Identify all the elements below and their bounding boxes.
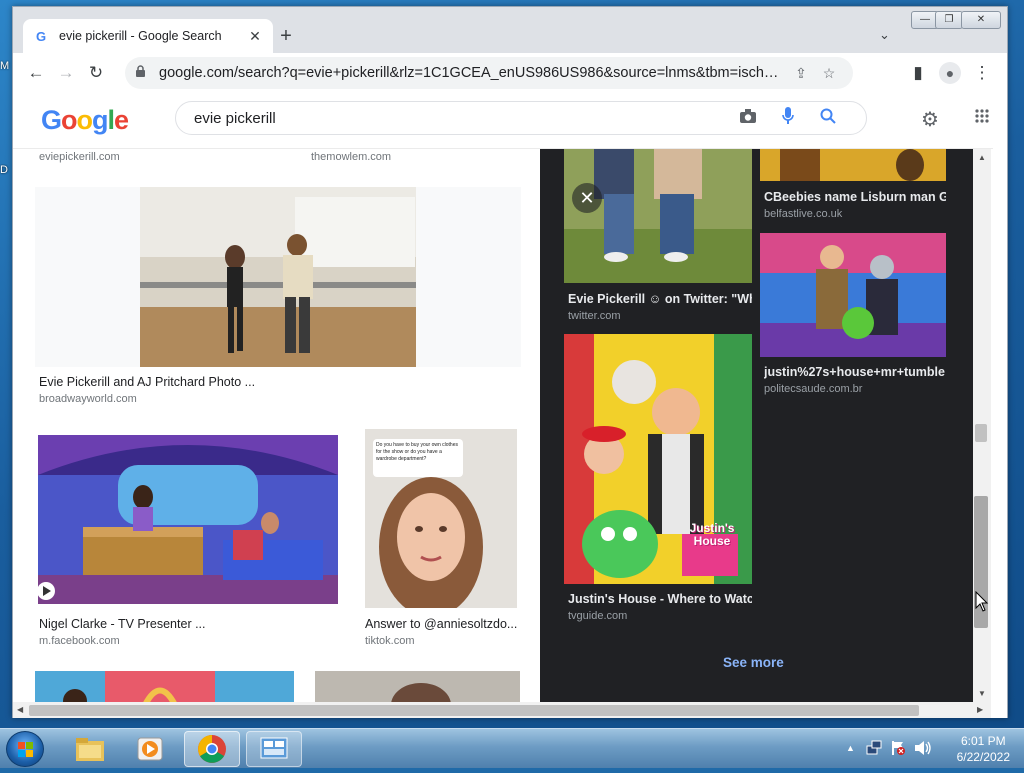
taskbar-chrome-icon[interactable] <box>184 731 240 767</box>
taskbar-file-explorer-icon[interactable] <box>62 731 118 767</box>
result-image-dance-studio[interactable] <box>35 187 521 367</box>
close-window-button[interactable]: ✕ <box>961 11 1001 29</box>
tab-search-dropdown-icon[interactable]: ⌄ <box>879 27 890 43</box>
result-caption[interactable]: Answer to @anniesoltzdo... <box>365 617 525 631</box>
forward-button[interactable]: → <box>51 58 81 88</box>
scroll-left-arrow-icon[interactable]: ◀ <box>17 705 23 714</box>
tab-strip: G evie pickerill - Google Search ✕ + ⌄ —… <box>13 7 1007 53</box>
scroll-up-arrow-icon[interactable]: ▲ <box>978 153 986 162</box>
desktop-icon-label[interactable]: M <box>0 60 12 74</box>
show-hidden-icons-arrow[interactable]: ▲ <box>846 743 855 753</box>
horizontal-scrollbar[interactable]: ◀ ▶ <box>13 702 991 718</box>
related-caption[interactable]: Justin's House - Where to Watc... <box>568 592 752 606</box>
settings-gear-icon[interactable]: ⚙ <box>921 107 939 132</box>
see-more-link[interactable]: See more <box>723 655 784 670</box>
related-source[interactable]: tvguide.com <box>568 610 627 622</box>
result-source[interactable]: themowlem.com <box>311 151 391 163</box>
result-source[interactable]: m.facebook.com <box>39 635 120 647</box>
related-source[interactable]: twitter.com <box>568 310 621 322</box>
browser-toolbar: ← → ↻ google.com/search?q=evie+pickerill… <box>13 53 1007 93</box>
related-caption[interactable]: CBeebies name Lisburn man G... <box>764 190 946 204</box>
google-apps-icon[interactable] <box>975 107 989 128</box>
result-source[interactable]: eviepickerill.com <box>39 151 120 163</box>
lock-icon[interactable] <box>135 65 149 81</box>
close-related-icon[interactable]: ✕ <box>572 183 602 213</box>
clock-time: 6:01 PM <box>960 734 1006 748</box>
scroll-right-arrow-icon[interactable]: ▶ <box>977 705 983 714</box>
clock-date: 6/22/2022 <box>956 750 1010 764</box>
result-image-partial[interactable] <box>35 671 294 705</box>
related-image-mr-tumble[interactable] <box>760 233 946 357</box>
horizontal-scrollbar-thumb[interactable] <box>29 705 919 716</box>
search-icon[interactable] <box>808 108 848 129</box>
side-panel-icon[interactable]: ▮ <box>903 58 933 88</box>
address-bar[interactable]: google.com/search?q=evie+pickerill&rlz=1… <box>125 57 853 89</box>
related-image-justins-house[interactable]: Justin's House <box>564 334 752 584</box>
result-source[interactable]: broadwayworld.com <box>39 393 137 405</box>
google-favicon-icon: G <box>35 28 47 44</box>
result-caption[interactable]: Nigel Clarke - TV Presenter ... <box>39 617 339 631</box>
web-page: Google evie pickerill ⚙ eviepickerill.co <box>13 93 1007 718</box>
back-button[interactable]: ← <box>21 58 51 88</box>
related-image-cbeebies[interactable] <box>760 149 946 181</box>
justins-house-sign: Justin's House <box>689 521 735 548</box>
related-source[interactable]: politecsaude.com.br <box>764 383 862 395</box>
result-image-tiktok-selfie[interactable]: Do you have to buy your own clothes for … <box>365 429 517 608</box>
tab-close-icon[interactable]: ✕ <box>247 28 263 45</box>
profile-icon-glyph: ● <box>939 62 961 84</box>
microphone-icon[interactable] <box>768 106 808 130</box>
logo-letter: g <box>92 105 108 135</box>
volume-icon[interactable] <box>914 740 932 761</box>
related-image-twitter[interactable]: ✕ <box>564 149 752 283</box>
related-caption[interactable]: Evie Pickerill ☺ on Twitter: "Wh... <box>568 292 752 306</box>
result-source[interactable]: tiktok.com <box>365 635 415 647</box>
result-image-cbeebies-studio[interactable] <box>38 435 338 604</box>
related-images-panel: ✕ Evie Pickerill ☺ on Twitter: "Wh... tw… <box>540 149 973 704</box>
related-source[interactable]: belfastlive.co.uk <box>764 208 842 220</box>
desktop-icon-label[interactable]: D <box>0 164 12 178</box>
start-button[interactable] <box>6 731 44 767</box>
tab-google-search[interactable]: G evie pickerill - Google Search ✕ <box>23 19 273 53</box>
chrome-window: G evie pickerill - Google Search ✕ + ⌄ —… <box>12 6 1008 718</box>
reload-button[interactable]: ↻ <box>81 58 111 88</box>
result-caption[interactable]: Evie Pickerill and AJ Pritchard Photo ..… <box>39 375 519 389</box>
profile-avatar-icon[interactable]: ● <box>935 58 965 88</box>
logo-letter: o <box>61 105 77 135</box>
share-icon[interactable]: ⇪ <box>787 65 815 82</box>
new-tab-button[interactable]: + <box>275 25 297 47</box>
bookmark-star-icon[interactable]: ☆ <box>815 65 843 82</box>
windows-taskbar: ▲ 6:01 PM 6/22/2022 <box>0 728 1024 768</box>
system-clock[interactable]: 6:01 PM 6/22/2022 <box>957 733 1010 765</box>
google-header: Google evie pickerill ⚙ <box>13 93 993 149</box>
tiktok-question-bubble: Do you have to buy your own clothes for … <box>373 439 463 477</box>
taskbar-control-panel-icon[interactable] <box>246 731 302 767</box>
mouse-cursor-icon <box>975 591 989 612</box>
result-image-partial[interactable] <box>315 671 520 705</box>
related-caption[interactable]: justin%27s+house+mr+tumble ... <box>764 365 946 379</box>
taskbar-media-player-icon[interactable] <box>122 731 178 767</box>
action-center-flag-icon[interactable] <box>890 740 906 761</box>
logo-letter: G <box>41 105 62 135</box>
vertical-scrollbar[interactable]: ▲ ▼ <box>973 149 991 704</box>
search-query-text[interactable]: evie pickerill <box>194 110 728 127</box>
tab-title: evie pickerill - Google Search <box>59 29 222 43</box>
scrollbar-thumb-inner[interactable] <box>975 424 987 442</box>
logo-letter: e <box>114 105 129 135</box>
url-text: google.com/search?q=evie+pickerill&rlz=1… <box>159 65 787 81</box>
scroll-down-arrow-icon[interactable]: ▼ <box>978 689 986 698</box>
google-logo[interactable]: Google <box>41 105 129 136</box>
maximize-button[interactable]: ❐ <box>935 11 963 29</box>
chrome-menu-icon[interactable]: ⋮ <box>967 58 997 88</box>
camera-search-icon[interactable] <box>728 108 768 129</box>
search-box[interactable]: evie pickerill <box>175 101 867 135</box>
network-icon[interactable] <box>866 740 882 761</box>
logo-letter: o <box>76 105 93 135</box>
